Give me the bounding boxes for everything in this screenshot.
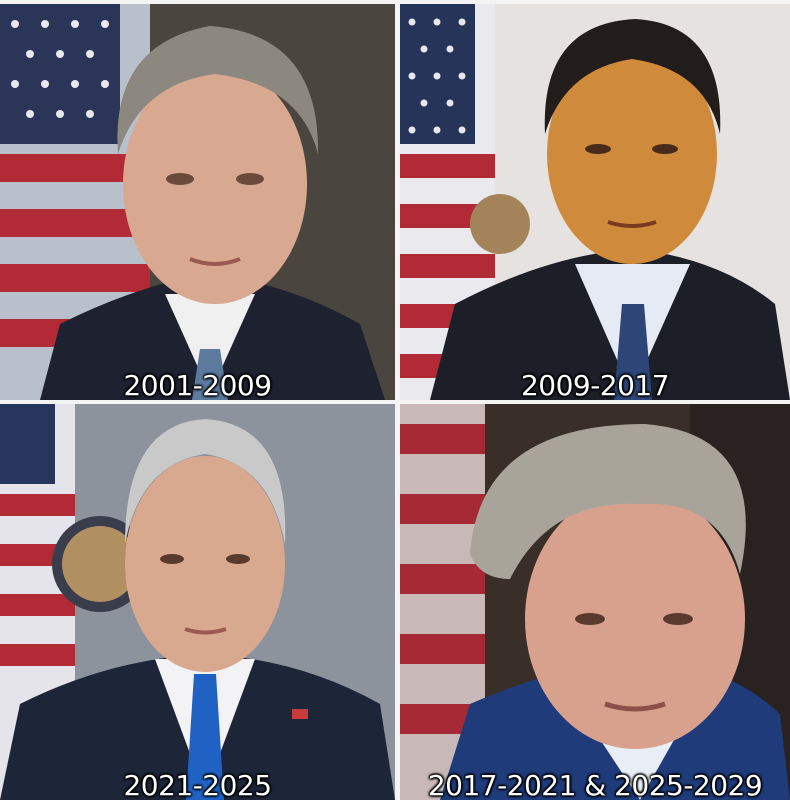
portrait-panel-4: 2017-2021 & 2025-2029 <box>400 404 790 800</box>
portrait-panel-2: 2009-2017 <box>400 4 790 400</box>
years-caption-1: 2001-2009 <box>123 369 272 400</box>
portrait-image-3 <box>0 404 395 800</box>
portrait-grid: 2001-2009 2009-2017 2021-2025 2017-2021 … <box>0 0 790 800</box>
portrait-panel-1: 2001-2009 <box>0 4 395 400</box>
portrait-panel-3: 2021-2025 <box>0 404 395 800</box>
portrait-image-4 <box>400 404 790 800</box>
years-caption-2: 2009-2017 <box>520 369 670 400</box>
portrait-image-1 <box>0 4 395 400</box>
years-caption-3: 2021-2025 <box>123 769 272 800</box>
portrait-image-2 <box>400 4 790 400</box>
years-caption-4: 2017-2021 & 2025-2029 <box>427 769 763 800</box>
